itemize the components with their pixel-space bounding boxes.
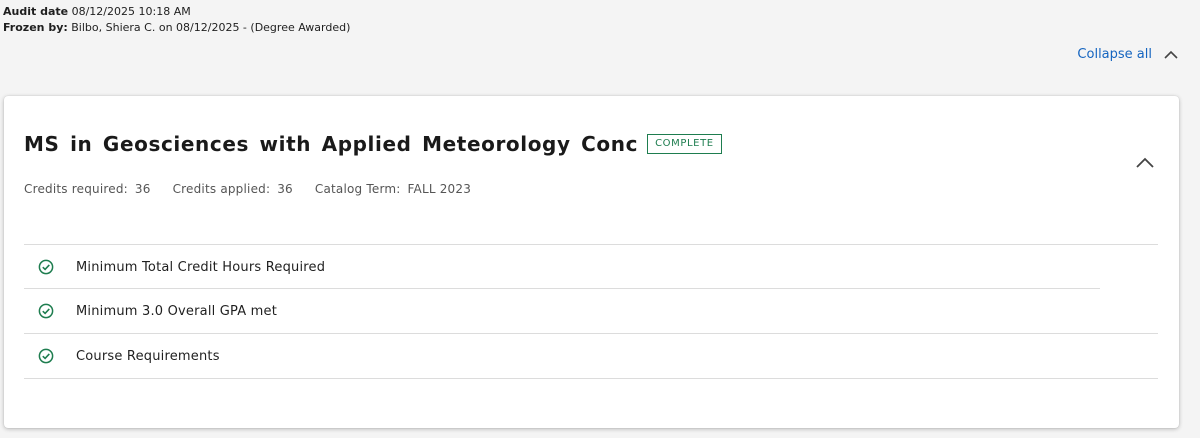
credits-applied-label: Credits applied: <box>172 182 271 196</box>
requirement-row[interactable]: Minimum Total Credit Hours Required <box>24 244 1158 289</box>
chevron-up-icon <box>1135 156 1155 168</box>
requirement-label: Course Requirements <box>76 348 220 364</box>
collapse-all-button[interactable]: Collapse all <box>1077 47 1178 62</box>
frozen-by-value: Bilbo, Shiera C. on 08/12/2025 - (Degree… <box>71 21 351 34</box>
credits-summary: Credits required: 36 Credits applied: 36… <box>24 182 471 196</box>
audit-date-value: 08/12/2025 10:18 AM <box>71 5 191 18</box>
requirement-label: Minimum 3.0 Overall GPA met <box>76 303 278 319</box>
credits-required-value: 36 <box>134 182 151 196</box>
requirement-row[interactable]: Course Requirements <box>24 333 1158 379</box>
frozen-by-label: Frozen by: <box>3 21 68 34</box>
degree-card: MS in Geosciences with Applied Meteorolo… <box>4 96 1179 428</box>
requirement-list: Minimum Total Credit Hours Required Mini… <box>24 244 1158 379</box>
audit-meta: Audit date 08/12/2025 10:18 AM Frozen by… <box>3 4 350 36</box>
status-badge: COMPLETE <box>647 134 722 154</box>
card-collapse-toggle[interactable] <box>1135 156 1155 168</box>
credits-required-label: Credits required: <box>24 182 128 196</box>
catalog-term: Catalog Term: FALL 2023 <box>315 182 471 196</box>
frozen-by-line: Frozen by: Bilbo, Shiera C. on 08/12/202… <box>3 20 350 36</box>
credits-required: Credits required: 36 <box>24 182 151 196</box>
chevron-up-icon <box>1164 50 1178 59</box>
requirement-label: Minimum Total Credit Hours Required <box>76 259 326 275</box>
catalog-term-value: FALL 2023 <box>407 182 472 196</box>
check-circle-icon <box>38 348 54 364</box>
degree-header: MS in Geosciences with Applied Meteorolo… <box>24 132 722 156</box>
check-circle-icon <box>38 259 54 275</box>
credits-applied: Credits applied: 36 <box>173 182 293 196</box>
degree-title: MS in Geosciences with Applied Meteorolo… <box>24 132 639 156</box>
requirement-row[interactable]: Minimum 3.0 Overall GPA met <box>24 288 1158 333</box>
collapse-all-label: Collapse all <box>1077 47 1152 62</box>
audit-date-line: Audit date 08/12/2025 10:18 AM <box>3 4 350 20</box>
audit-date-label: Audit date <box>3 5 69 18</box>
check-circle-icon <box>38 303 54 319</box>
credits-applied-value: 36 <box>277 182 293 196</box>
catalog-term-label: Catalog Term: <box>314 182 401 196</box>
